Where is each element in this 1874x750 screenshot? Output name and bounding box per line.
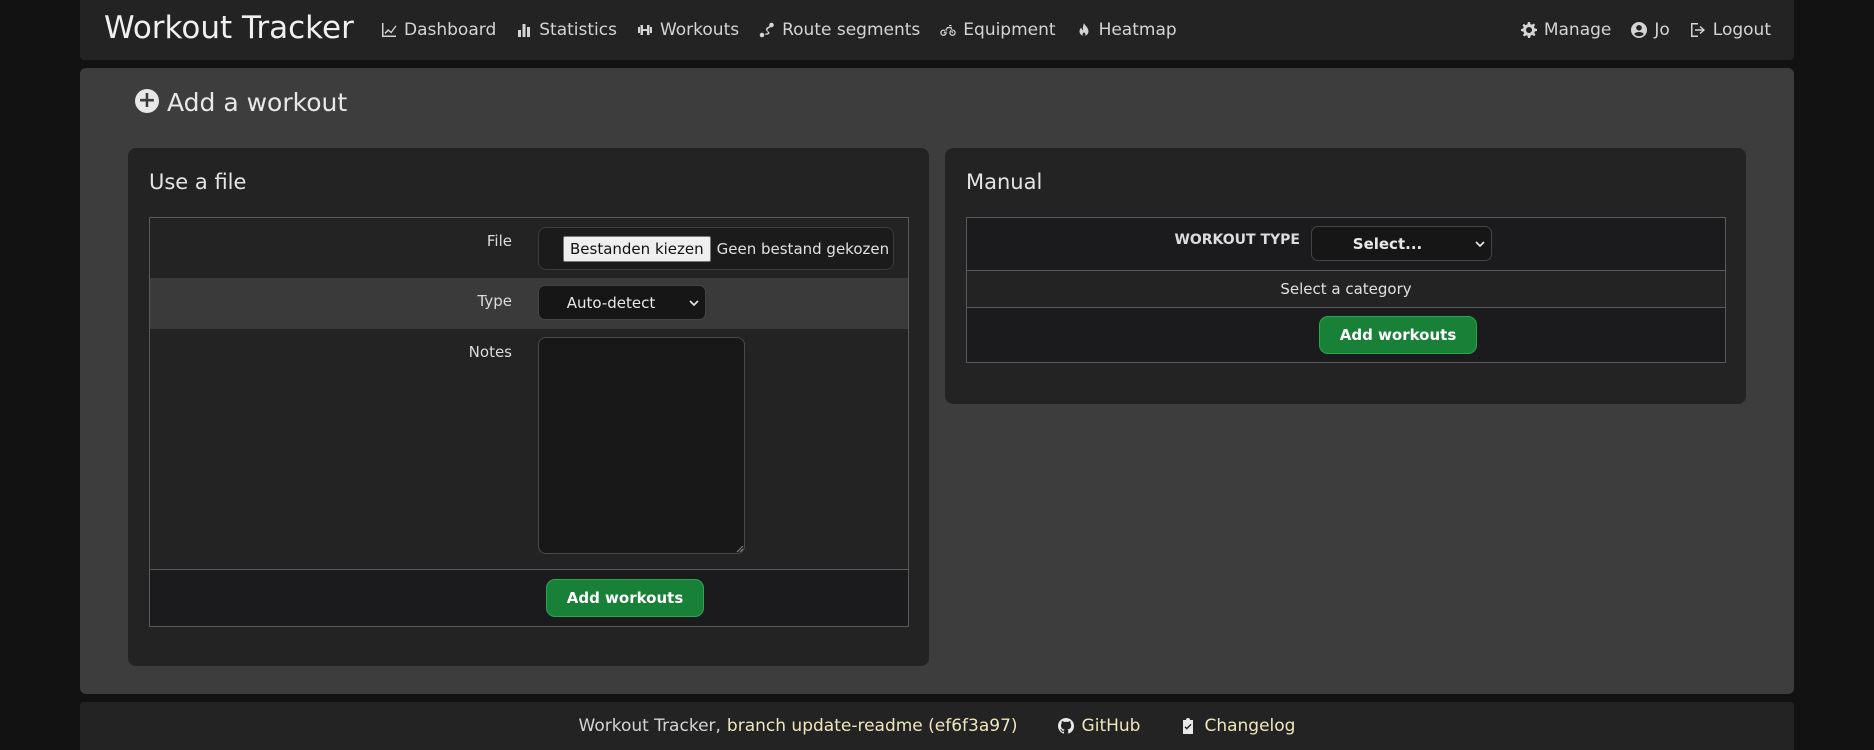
file-input[interactable]: Bestanden kiezen Geen bestand gekozen xyxy=(538,227,894,270)
nav-workouts[interactable]: Workouts xyxy=(637,20,739,40)
manual-submit-row: Add workouts xyxy=(967,308,1725,362)
file-submit-row: Add workouts xyxy=(150,570,908,626)
nav-dashboard-label: Dashboard xyxy=(404,20,497,40)
footer-branch-link[interactable]: branch update-readme (ef6f3a97) xyxy=(727,716,1018,736)
file-upload-card: Use a file File Bestanden kiezen Geen be… xyxy=(128,148,929,666)
nav-equipment-label: Equipment xyxy=(963,20,1056,40)
nav-dashboard[interactable]: Dashboard xyxy=(381,20,496,40)
workout-type-row: WORKOUT TYPE Select... xyxy=(967,218,1725,271)
footer-changelog-label: Changelog xyxy=(1204,716,1296,736)
bicycle-icon xyxy=(940,25,956,36)
category-hint: Select a category xyxy=(1280,280,1412,298)
bar-chart-icon xyxy=(518,24,531,37)
footer-text: Workout Tracker, xyxy=(578,716,721,736)
file-status: Geen bestand gekozen xyxy=(716,239,890,258)
nav-route-segments[interactable]: Route segments xyxy=(759,20,920,40)
footer: Workout Tracker, branch update-readme (e… xyxy=(80,702,1794,750)
chevron-down-icon xyxy=(1475,240,1485,247)
type-select-value: Auto-detect xyxy=(566,293,656,312)
nav-logout-label: Logout xyxy=(1712,20,1771,40)
line-chart-icon xyxy=(382,23,397,37)
workout-type-label: WORKOUT TYPE xyxy=(1174,232,1300,248)
file-label: File xyxy=(486,232,512,250)
footer-changelog-link[interactable]: Changelog xyxy=(1180,716,1295,736)
nav-manage[interactable]: Manage xyxy=(1520,20,1612,40)
file-row: File Bestanden kiezen Geen bestand gekoz… xyxy=(150,218,908,278)
nav-equipment[interactable]: Equipment xyxy=(940,20,1056,40)
resize-handle-icon[interactable] xyxy=(736,545,744,553)
nav-statistics[interactable]: Statistics xyxy=(516,20,617,40)
notes-label: Notes xyxy=(468,343,512,361)
github-icon xyxy=(1057,718,1074,734)
file-form-table: File Bestanden kiezen Geen bestand gekoz… xyxy=(149,217,909,627)
file-card-title: Use a file xyxy=(149,170,247,194)
user-circle-icon xyxy=(1631,22,1648,38)
dumbbell-icon xyxy=(637,25,652,35)
file-add-workouts-button[interactable]: Add workouts xyxy=(546,579,704,617)
nav-heatmap[interactable]: Heatmap xyxy=(1076,20,1177,40)
nav-statistics-label: Statistics xyxy=(539,20,617,40)
gear-icon xyxy=(1520,22,1537,38)
chevron-down-icon xyxy=(689,299,699,306)
page-title-text: Add a workout xyxy=(167,88,348,117)
nav-profile-label: Jo xyxy=(1654,20,1670,40)
workout-type-select-value: Select... xyxy=(1352,234,1423,253)
clipboard-check-icon xyxy=(1183,718,1194,734)
nav-profile[interactable]: Jo xyxy=(1631,20,1670,40)
brand-title[interactable]: Workout Tracker xyxy=(104,10,354,46)
top-navbar: Workout Tracker Dashboard Statistics Wor… xyxy=(80,0,1794,60)
nav-route-segments-label: Route segments xyxy=(782,20,921,40)
footer-github-label: GitHub xyxy=(1081,716,1141,736)
manual-card: Manual WORKOUT TYPE Select... Select a c… xyxy=(945,148,1746,404)
notes-textarea[interactable] xyxy=(538,337,745,554)
manual-card-title: Manual xyxy=(966,170,1043,194)
nav-user: Manage Jo Logout xyxy=(1501,0,1771,60)
nav-workouts-label: Workouts xyxy=(659,20,740,40)
nav-main: Dashboard Statistics Workouts Route segm… xyxy=(381,0,1197,60)
plus-circle-icon: + xyxy=(135,88,159,113)
type-row: Type Auto-detect xyxy=(150,278,908,329)
type-select[interactable]: Auto-detect xyxy=(538,285,706,320)
choose-files-button[interactable]: Bestanden kiezen xyxy=(563,235,711,262)
nav-manage-label: Manage xyxy=(1543,20,1612,40)
type-label: Type xyxy=(477,292,512,310)
manual-form-table: WORKOUT TYPE Select... Select a category… xyxy=(966,217,1726,363)
logout-icon xyxy=(1690,23,1705,37)
workout-type-select[interactable]: Select... xyxy=(1311,226,1492,261)
nav-logout[interactable]: Logout xyxy=(1690,20,1771,40)
route-icon xyxy=(759,22,774,38)
nav-heatmap-label: Heatmap xyxy=(1098,20,1177,40)
notes-row: Notes xyxy=(150,329,908,570)
footer-github-link[interactable]: GitHub xyxy=(1057,716,1141,736)
page-title: + Add a workout xyxy=(135,88,347,117)
manual-add-workouts-button[interactable]: Add workouts xyxy=(1319,316,1477,354)
main-panel: + Add a workout Use a file File Bestande… xyxy=(80,68,1794,694)
category-hint-row: Select a category xyxy=(967,271,1725,308)
fire-icon xyxy=(1079,23,1089,37)
